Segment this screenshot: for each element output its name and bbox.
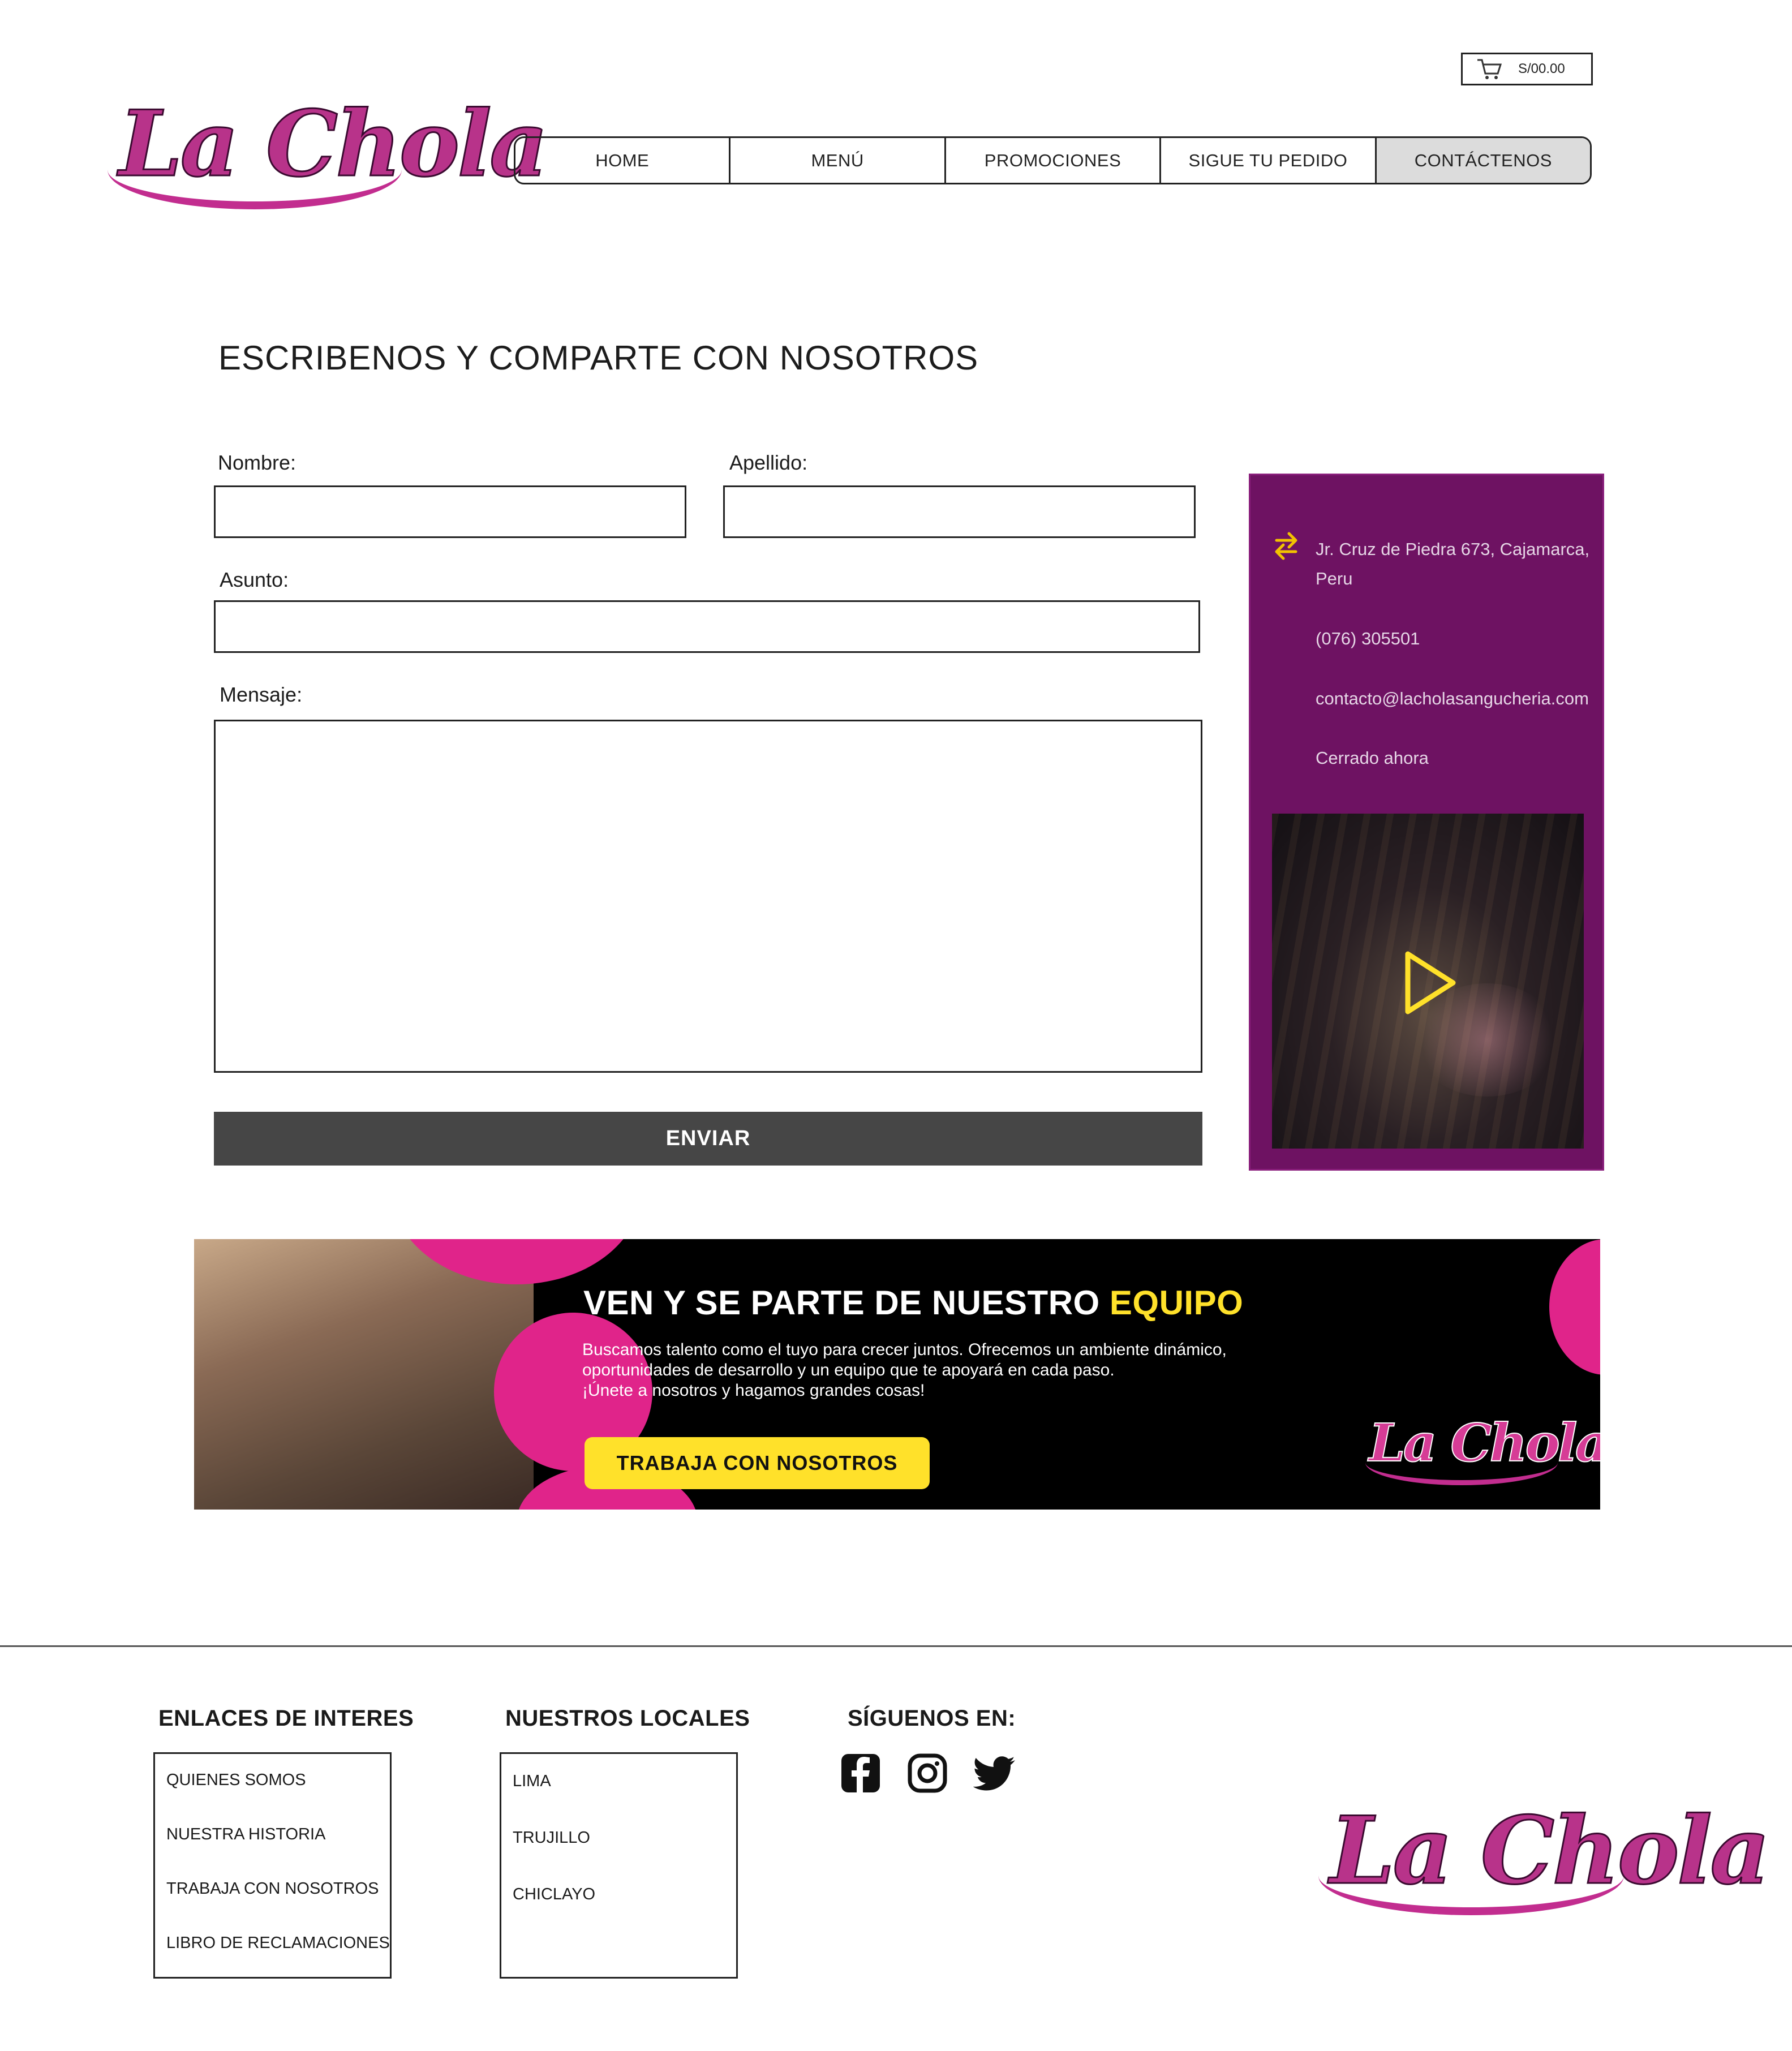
banner-logo-text: La Chola xyxy=(1368,1412,1600,1474)
contact-info-panel: Jr. Cruz de Piedra 673, Cajamarca, Peru … xyxy=(1249,474,1604,1171)
footer-social-heading: SÍGUENOS EN: xyxy=(848,1706,1016,1731)
nav-sigue-tu-pedido[interactable]: SIGUE TU PEDIDO xyxy=(1161,138,1377,183)
message-textarea[interactable] xyxy=(214,720,1202,1073)
footer-links-heading: ENLACES DE INTERES xyxy=(158,1706,414,1731)
directions-icon xyxy=(1275,532,1297,560)
footer-location-trujillo[interactable]: TRUJILLO xyxy=(513,1829,590,1847)
page-title: ESCRIBENOS Y COMPARTE CON NOSOTROS xyxy=(218,339,979,377)
banner-decor-right xyxy=(1549,1239,1600,1375)
address-line-2: Peru xyxy=(1316,569,1353,588)
footer-locations-box: LIMA TRUJILLO CHICLAYO xyxy=(500,1752,738,1979)
message-label: Mensaje: xyxy=(220,683,303,706)
header-logo[interactable]: La Chola xyxy=(102,79,549,215)
footer-link-trabaja-con-nosotros[interactable]: TRABAJA CON NOSOTROS xyxy=(166,1880,379,1898)
email-address[interactable]: contacto@lacholasangucheria.com xyxy=(1316,684,1589,713)
cart-button[interactable]: S/00.00 xyxy=(1461,53,1593,85)
footer-link-quienes-somos[interactable]: QUIENES SOMOS xyxy=(166,1771,306,1790)
banner-title-highlight: EQUIPO xyxy=(1109,1284,1244,1322)
logo-text: La Chola xyxy=(118,90,549,198)
footer-divider xyxy=(0,1645,1792,1647)
banner-text-line-2: oportunidades de desarrollo y un equipo … xyxy=(582,1361,1115,1379)
play-icon[interactable] xyxy=(1403,949,1458,1016)
subject-label: Asunto: xyxy=(220,568,289,591)
banner-logo: La Chola xyxy=(1360,1409,1600,1488)
footer-location-lima[interactable]: LIMA xyxy=(513,1772,551,1791)
footer-logo-text: La Chola xyxy=(1329,1795,1770,1906)
phone-number[interactable]: (076) 305501 xyxy=(1316,624,1420,653)
nav-menu[interactable]: MENÚ xyxy=(730,138,946,183)
footer-locations-heading: NUESTROS LOCALES xyxy=(505,1706,750,1731)
footer-link-nuestra-historia[interactable]: NUESTRA HISTORIA xyxy=(166,1825,325,1844)
address-line-1: Jr. Cruz de Piedra 673, Cajamarca, xyxy=(1316,539,1590,559)
last-name-input[interactable] xyxy=(723,485,1196,538)
banner-text-line-3: ¡Únete a nosotros y hagamos grandes cosa… xyxy=(582,1381,925,1400)
twitter-icon[interactable] xyxy=(973,1756,1016,1792)
footer-location-chiclayo[interactable]: CHICLAYO xyxy=(513,1885,595,1904)
cart-icon xyxy=(1477,59,1502,79)
cart-total: S/00.00 xyxy=(1518,61,1565,76)
banner-title: VEN Y SE PARTE DE NUESTRO EQUIPO xyxy=(583,1283,1243,1322)
video-player[interactable] xyxy=(1272,814,1584,1149)
nav-promociones[interactable]: PROMOCIONES xyxy=(946,138,1162,183)
send-button[interactable]: ENVIAR xyxy=(214,1112,1202,1166)
footer-link-libro-de-reclamaciones[interactable]: LIBRO DE RECLAMACIONES xyxy=(166,1934,390,1953)
banner-text-line-1: Buscamos talento como el tuyo para crece… xyxy=(582,1340,1227,1359)
nav-home[interactable]: HOME xyxy=(515,138,731,183)
nav-contactenos[interactable]: CONTÁCTENOS xyxy=(1376,138,1590,183)
opening-status: Cerrado ahora xyxy=(1316,748,1429,768)
last-name-label: Apellido: xyxy=(729,451,808,474)
careers-banner[interactable]: VEN Y SE PARTE DE NUESTRO EQUIPO Buscamo… xyxy=(194,1239,1600,1510)
footer-links-box: QUIENES SOMOS NUESTRA HISTORIA TRABAJA C… xyxy=(153,1752,392,1979)
banner-title-main: VEN Y SE PARTE DE NUESTRO xyxy=(583,1284,1110,1322)
first-name-label: Nombre: xyxy=(218,451,296,474)
facebook-icon[interactable] xyxy=(840,1753,881,1794)
first-name-input[interactable] xyxy=(214,485,686,538)
instagram-icon[interactable] xyxy=(907,1753,948,1794)
banner-description: Buscamos talento como el tuyo para crece… xyxy=(582,1340,1374,1401)
main-nav: HOME MENÚ PROMOCIONES SIGUE TU PEDIDO CO… xyxy=(514,136,1592,184)
subject-input[interactable] xyxy=(214,600,1200,653)
work-with-us-button[interactable]: TRABAJA CON NOSOTROS xyxy=(585,1437,930,1489)
footer-logo[interactable]: La Chola xyxy=(1313,1782,1771,1924)
